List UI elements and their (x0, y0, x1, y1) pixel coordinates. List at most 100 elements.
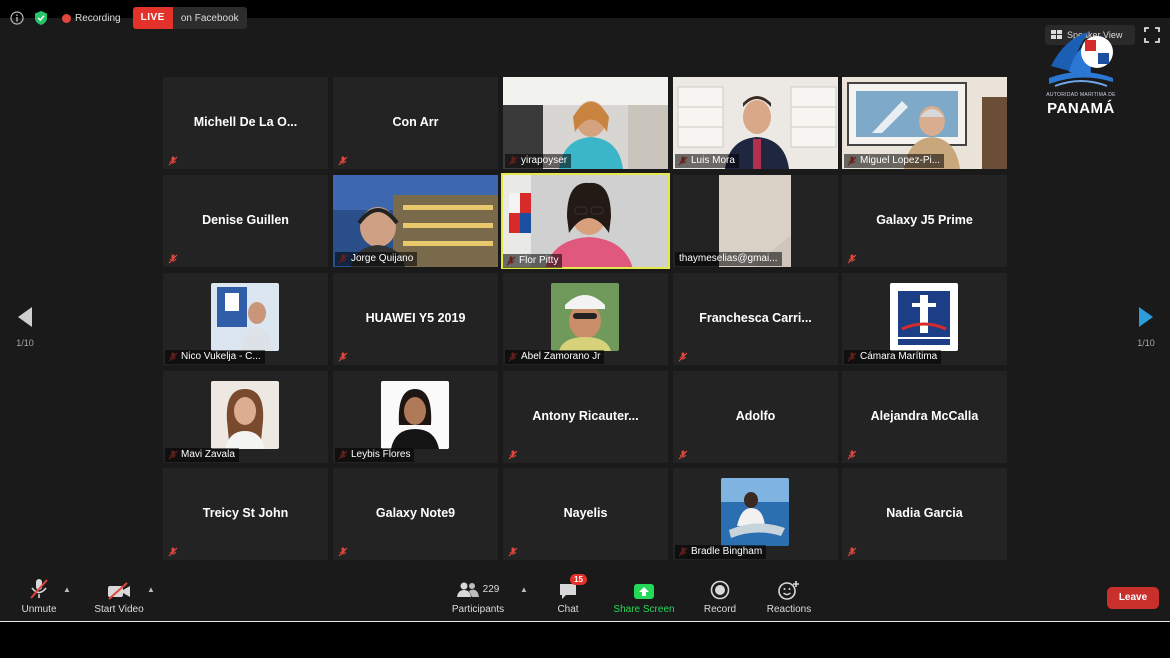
arrow-right-icon (1139, 307, 1153, 327)
gallery-grid: Michell De La O... Con Arr yirapoyser Lu… (163, 77, 1007, 560)
muted-mic-icon (847, 254, 857, 264)
fullscreen-icon[interactable] (1144, 27, 1160, 43)
participant-profile-photo (721, 478, 789, 546)
participant-tile[interactable]: Mavi Zavala (163, 371, 328, 463)
meeting-status-bar: Recording LIVE on Facebook (8, 7, 247, 29)
logo-country-name: PANAMÁ (1047, 100, 1115, 117)
participant-label: Leybis Flores (335, 448, 415, 462)
live-badge: LIVE (132, 7, 173, 29)
reactions-label: Reactions (766, 604, 812, 615)
arrow-left-icon (18, 307, 32, 327)
share-screen-icon (634, 584, 654, 599)
participant-name: HUAWEI Y5 2019 (365, 311, 466, 325)
participant-tile[interactable]: Michell De La O... (163, 77, 328, 169)
participant-tile[interactable]: Con Arr (333, 77, 498, 169)
live-platform-label: on Facebook (180, 12, 239, 24)
recording-label: Recording (75, 12, 121, 24)
video-options-caret-icon[interactable]: ▲ (147, 585, 155, 594)
next-page-button[interactable]: 1/10 (1131, 306, 1161, 356)
participant-tile[interactable]: Nadia Garcia (842, 468, 1007, 560)
muted-mic-icon (338, 547, 348, 557)
participant-label: thaymeselias@gmai... (675, 252, 782, 266)
recording-dot-icon (62, 13, 71, 23)
participants-label: Participants (451, 604, 505, 615)
share-screen-label: Share Screen (613, 604, 675, 615)
reactions-button[interactable]: Reactions (765, 578, 813, 615)
bottom-black-bar (0, 622, 1170, 658)
participant-tile[interactable]: Adolfo (673, 371, 838, 463)
participant-name: Franchesca Carri... (699, 311, 812, 325)
participants-options-caret-icon[interactable]: ▲ (520, 585, 528, 594)
participant-tile[interactable]: Nayelis (503, 468, 668, 560)
participant-tile[interactable]: Galaxy J5 Prime (842, 175, 1007, 267)
participant-label: Flor Pitty (503, 254, 563, 268)
active-speaker-tile[interactable]: Flor Pitty (501, 173, 670, 269)
chat-button[interactable]: 15 Chat (553, 574, 587, 615)
participant-tile[interactable]: Leybis Flores (333, 371, 498, 463)
muted-mic-icon (678, 352, 688, 362)
participant-profile-photo (211, 381, 279, 449)
participant-label: Nico Vukelja - C... (165, 350, 265, 364)
previous-page-button[interactable]: 1/10 (10, 306, 40, 356)
participant-name: Nayelis (563, 506, 608, 520)
participant-tile[interactable]: Denise Guillen (163, 175, 328, 267)
participant-label: Abel Zamorano Jr (505, 350, 605, 364)
participant-label: Miguel Lopez-Pi... (844, 154, 945, 168)
muted-mic-icon (508, 450, 518, 460)
participants-button[interactable]: 229 Participants (449, 578, 507, 615)
participant-tile[interactable]: Nico Vukelja - C... (163, 273, 328, 365)
participant-tile[interactable]: Abel Zamorano Jr (503, 273, 668, 365)
participant-profile-photo (381, 381, 449, 449)
participant-profile-photo (211, 283, 279, 351)
participant-tile[interactable]: Alejandra McCalla (842, 371, 1007, 463)
video-camera-off-icon (108, 582, 130, 600)
participant-tile[interactable]: Treicy St John (163, 468, 328, 560)
record-button[interactable]: Record (702, 578, 738, 615)
participant-name: Galaxy Note9 (375, 506, 456, 520)
chat-label: Chat (557, 604, 579, 615)
page-indicator-right: 1/10 (1137, 338, 1155, 348)
participant-label: Luis Mora (675, 154, 739, 168)
security-shield-icon[interactable] (32, 9, 50, 27)
record-icon (710, 580, 730, 600)
participant-name: Alejandra McCalla (870, 409, 979, 423)
start-video-button[interactable]: Start Video (92, 578, 146, 615)
participant-name: Nadia Garcia (886, 506, 963, 520)
audio-options-caret-icon[interactable]: ▲ (63, 585, 71, 594)
recording-indicator[interactable]: Recording (56, 7, 127, 29)
live-stream-indicator[interactable]: LIVE on Facebook (132, 7, 247, 29)
unmute-button[interactable]: Unmute (18, 578, 60, 615)
participant-video-tile[interactable]: Jorge Quijano (333, 175, 498, 267)
participant-name: Michell De La O... (193, 115, 298, 129)
participant-tile[interactable]: Antony Ricauter... (503, 371, 668, 463)
participant-tile[interactable]: Bradle Bingham (673, 468, 838, 560)
participant-tile[interactable]: Galaxy Note9 (333, 468, 498, 560)
participant-video-tile[interactable]: thaymeselias@gmai... (673, 175, 838, 267)
muted-mic-icon (678, 450, 688, 460)
leave-meeting-button[interactable]: Leave (1107, 587, 1159, 609)
participant-label: Jorge Quijano (335, 252, 418, 266)
muted-mic-icon (508, 547, 518, 557)
participant-video-tile[interactable]: Luis Mora (673, 77, 838, 169)
microphone-muted-icon (30, 579, 48, 599)
info-icon[interactable] (8, 9, 26, 27)
participant-name: Treicy St John (202, 506, 289, 520)
chat-unread-badge: 15 (570, 574, 587, 585)
participant-tile[interactable]: Franchesca Carri... (673, 273, 838, 365)
participant-name: Antony Ricauter... (532, 409, 639, 423)
participant-name: Con Arr (392, 115, 439, 129)
participants-count: 229 (482, 583, 500, 595)
participant-video-tile[interactable]: yirapoyser (503, 77, 668, 169)
muted-mic-icon (847, 547, 857, 557)
share-screen-button[interactable]: Share Screen (612, 578, 676, 615)
page-indicator-left: 1/10 (16, 338, 34, 348)
participant-tile[interactable]: Cámara Marítima (842, 273, 1007, 365)
logo-org-line: AUTORIDAD MARITIMA DE (1046, 92, 1116, 98)
start-video-label: Start Video (94, 604, 144, 615)
unmute-label: Unmute (21, 604, 57, 615)
participant-video-tile[interactable]: Miguel Lopez-Pi... (842, 77, 1007, 169)
record-label: Record (703, 604, 737, 615)
participant-name: Denise Guillen (202, 213, 289, 227)
reactions-smiley-icon (778, 581, 799, 600)
participant-tile[interactable]: HUAWEI Y5 2019 (333, 273, 498, 365)
